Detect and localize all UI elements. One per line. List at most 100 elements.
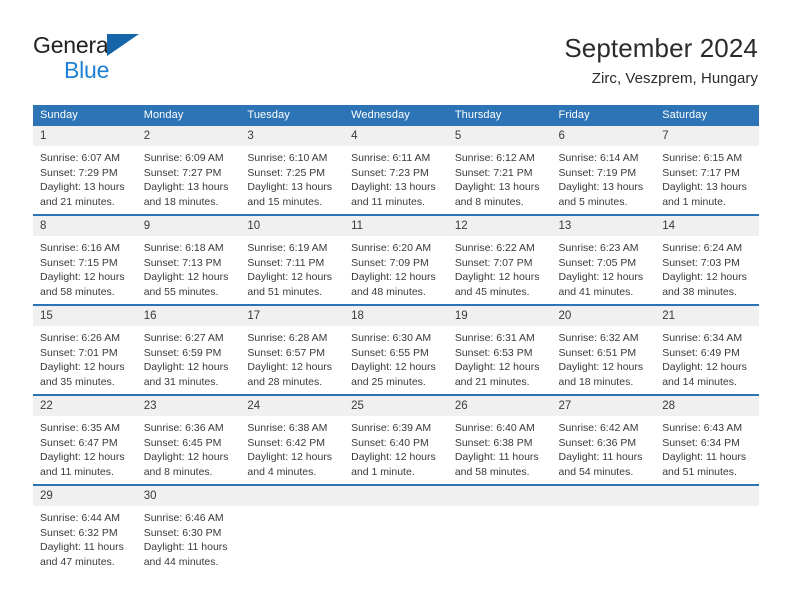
day-details: Sunrise: 6:23 AM Sunset: 7:05 PM Dayligh…	[552, 236, 656, 299]
day-cell-empty	[240, 484, 345, 574]
logo-text-blue: Blue	[64, 57, 110, 83]
day-number: 25	[344, 396, 448, 416]
daylight-text: Daylight: 12 hours and 11 minutes.	[40, 451, 125, 478]
day-cell[interactable]: 15 Sunrise: 6:26 AM Sunset: 7:01 PM Dayl…	[33, 304, 137, 395]
day-cell[interactable]: 14 Sunrise: 6:24 AM Sunset: 7:03 PM Dayl…	[655, 214, 759, 305]
sunrise-text: Sunrise: 6:22 AM	[454, 242, 535, 254]
sunset-text: Sunset: 7:01 PM	[40, 346, 118, 359]
day-cell[interactable]: 28 Sunrise: 6:43 AM Sunset: 6:34 PM Dayl…	[655, 394, 759, 485]
sunrise-text: Sunrise: 6:27 AM	[143, 332, 224, 344]
day-number: 20	[551, 306, 656, 326]
day-cell[interactable]: 6 Sunrise: 6:14 AM Sunset: 7:19 PM Dayli…	[551, 126, 656, 215]
sunrise-text: Sunrise: 6:16 AM	[40, 242, 120, 254]
title-block: September 2024 Zirc, Veszprem, Hungary	[564, 32, 758, 90]
sunrise-text: Sunrise: 6:14 AM	[558, 152, 639, 164]
day-cell[interactable]: 9 Sunrise: 6:18 AM Sunset: 7:13 PM Dayli…	[136, 214, 241, 305]
day-cell[interactable]: 20 Sunrise: 6:32 AM Sunset: 6:51 PM Dayl…	[551, 304, 656, 395]
sunrise-text: Sunrise: 6:15 AM	[662, 152, 743, 164]
day-details: Sunrise: 6:10 AM Sunset: 7:25 PM Dayligh…	[240, 146, 344, 209]
sunset-text: Sunset: 7:25 PM	[247, 166, 326, 179]
week-row: 29 Sunrise: 6:44 AM Sunset: 6:32 PM Dayl…	[33, 484, 759, 574]
sunrise-text: Sunrise: 6:42 AM	[558, 422, 639, 434]
day-number	[447, 486, 552, 506]
daylight-text: Daylight: 11 hours and 44 minutes.	[143, 541, 228, 568]
day-details: Sunrise: 6:30 AM Sunset: 6:55 PM Dayligh…	[344, 326, 448, 389]
day-cell[interactable]: 29 Sunrise: 6:44 AM Sunset: 6:32 PM Dayl…	[33, 484, 137, 574]
day-cell[interactable]: 2 Sunrise: 6:09 AM Sunset: 7:27 PM Dayli…	[136, 126, 241, 215]
sunset-text: Sunset: 7:27 PM	[143, 166, 222, 179]
sunset-text: Sunset: 6:34 PM	[662, 436, 740, 449]
day-cell[interactable]: 26 Sunrise: 6:40 AM Sunset: 6:38 PM Dayl…	[447, 394, 552, 485]
sunset-text: Sunset: 7:05 PM	[558, 256, 637, 269]
week-row: 1 Sunrise: 6:07 AM Sunset: 7:29 PM Dayli…	[33, 126, 759, 215]
day-cell[interactable]: 5 Sunrise: 6:12 AM Sunset: 7:21 PM Dayli…	[447, 126, 552, 215]
logo-text-general: General	[33, 32, 114, 58]
sunrise-text: Sunrise: 6:10 AM	[247, 152, 328, 164]
day-cell[interactable]: 30 Sunrise: 6:46 AM Sunset: 6:30 PM Dayl…	[136, 484, 241, 574]
day-cell[interactable]: 7 Sunrise: 6:15 AM Sunset: 7:17 PM Dayli…	[655, 126, 759, 215]
daylight-text: Daylight: 12 hours and 51 minutes.	[247, 271, 333, 298]
daylight-text: Daylight: 12 hours and 18 minutes.	[558, 361, 644, 388]
day-cell[interactable]: 4 Sunrise: 6:11 AM Sunset: 7:23 PM Dayli…	[344, 126, 448, 215]
sunrise-text: Sunrise: 6:44 AM	[40, 512, 120, 524]
day-details: Sunrise: 6:14 AM Sunset: 7:19 PM Dayligh…	[552, 146, 656, 209]
day-cell[interactable]: 1 Sunrise: 6:07 AM Sunset: 7:29 PM Dayli…	[33, 126, 137, 215]
sunrise-text: Sunrise: 6:38 AM	[247, 422, 328, 434]
day-cell[interactable]: 12 Sunrise: 6:22 AM Sunset: 7:07 PM Dayl…	[447, 214, 552, 305]
day-cell[interactable]: 18 Sunrise: 6:30 AM Sunset: 6:55 PM Dayl…	[344, 304, 448, 395]
day-cell[interactable]: 25 Sunrise: 6:39 AM Sunset: 6:40 PM Dayl…	[344, 394, 448, 485]
day-number: 16	[136, 306, 241, 326]
day-cell[interactable]: 22 Sunrise: 6:35 AM Sunset: 6:47 PM Dayl…	[33, 394, 137, 485]
sunrise-text: Sunrise: 6:19 AM	[247, 242, 328, 254]
day-cell[interactable]: 16 Sunrise: 6:27 AM Sunset: 6:59 PM Dayl…	[136, 304, 241, 395]
day-number: 23	[136, 396, 241, 416]
day-details: Sunrise: 6:18 AM Sunset: 7:13 PM Dayligh…	[137, 236, 241, 299]
sunrise-text: Sunrise: 6:35 AM	[40, 422, 120, 434]
day-details: Sunrise: 6:42 AM Sunset: 6:36 PM Dayligh…	[552, 416, 656, 479]
day-details: Sunrise: 6:12 AM Sunset: 7:21 PM Dayligh…	[448, 146, 552, 209]
sunset-text: Sunset: 7:21 PM	[454, 166, 533, 179]
day-number: 13	[551, 216, 656, 236]
calendar-page: General Blue September 2024 Zirc, Veszpr…	[0, 0, 792, 612]
sunrise-text: Sunrise: 6:12 AM	[454, 152, 535, 164]
day-details: Sunrise: 6:26 AM Sunset: 7:01 PM Dayligh…	[33, 326, 137, 389]
day-number: 11	[344, 216, 448, 236]
sunset-text: Sunset: 7:13 PM	[143, 256, 222, 269]
sunset-text: Sunset: 6:36 PM	[558, 436, 637, 449]
day-cell[interactable]: 8 Sunrise: 6:16 AM Sunset: 7:15 PM Dayli…	[33, 214, 137, 305]
sunrise-text: Sunrise: 6:20 AM	[351, 242, 432, 254]
daylight-text: Daylight: 12 hours and 58 minutes.	[40, 271, 125, 298]
day-cell[interactable]: 13 Sunrise: 6:23 AM Sunset: 7:05 PM Dayl…	[551, 214, 656, 305]
sunrise-text: Sunrise: 6:26 AM	[40, 332, 120, 344]
week-row: 15 Sunrise: 6:26 AM Sunset: 7:01 PM Dayl…	[33, 304, 759, 395]
day-details: Sunrise: 6:46 AM Sunset: 6:30 PM Dayligh…	[137, 506, 241, 569]
day-cell[interactable]: 23 Sunrise: 6:36 AM Sunset: 6:45 PM Dayl…	[136, 394, 241, 485]
day-number: 1	[33, 126, 137, 146]
sunset-text: Sunset: 7:07 PM	[454, 256, 533, 269]
sunrise-text: Sunrise: 6:36 AM	[143, 422, 224, 434]
day-cell[interactable]: 3 Sunrise: 6:10 AM Sunset: 7:25 PM Dayli…	[240, 126, 345, 215]
sunrise-text: Sunrise: 6:31 AM	[454, 332, 535, 344]
day-cell[interactable]: 10 Sunrise: 6:19 AM Sunset: 7:11 PM Dayl…	[240, 214, 345, 305]
day-cell[interactable]: 17 Sunrise: 6:28 AM Sunset: 6:57 PM Dayl…	[240, 304, 345, 395]
daylight-text: Daylight: 12 hours and 1 minute.	[351, 451, 436, 478]
day-number: 4	[344, 126, 448, 146]
day-cell[interactable]: 27 Sunrise: 6:42 AM Sunset: 6:36 PM Dayl…	[551, 394, 656, 485]
day-number: 15	[33, 306, 137, 326]
sunrise-text: Sunrise: 6:23 AM	[558, 242, 639, 254]
daylight-text: Daylight: 11 hours and 54 minutes.	[558, 451, 643, 478]
day-details: Sunrise: 6:31 AM Sunset: 6:53 PM Dayligh…	[448, 326, 552, 389]
day-cell[interactable]: 21 Sunrise: 6:34 AM Sunset: 6:49 PM Dayl…	[655, 304, 759, 395]
blue-triangle-icon	[107, 34, 139, 56]
day-cell[interactable]: 24 Sunrise: 6:38 AM Sunset: 6:42 PM Dayl…	[240, 394, 345, 485]
daylight-text: Daylight: 13 hours and 21 minutes.	[40, 181, 125, 208]
day-details: Sunrise: 6:40 AM Sunset: 6:38 PM Dayligh…	[448, 416, 552, 479]
sunrise-text: Sunrise: 6:07 AM	[40, 152, 120, 164]
weekday-header-tuesday: Tuesday	[240, 105, 345, 126]
day-cell[interactable]: 11 Sunrise: 6:20 AM Sunset: 7:09 PM Dayl…	[344, 214, 448, 305]
sunset-text: Sunset: 7:23 PM	[351, 166, 429, 179]
sunrise-text: Sunrise: 6:43 AM	[662, 422, 743, 434]
daylight-text: Daylight: 12 hours and 41 minutes.	[558, 271, 644, 298]
day-number: 12	[447, 216, 552, 236]
day-cell[interactable]: 19 Sunrise: 6:31 AM Sunset: 6:53 PM Dayl…	[447, 304, 552, 395]
